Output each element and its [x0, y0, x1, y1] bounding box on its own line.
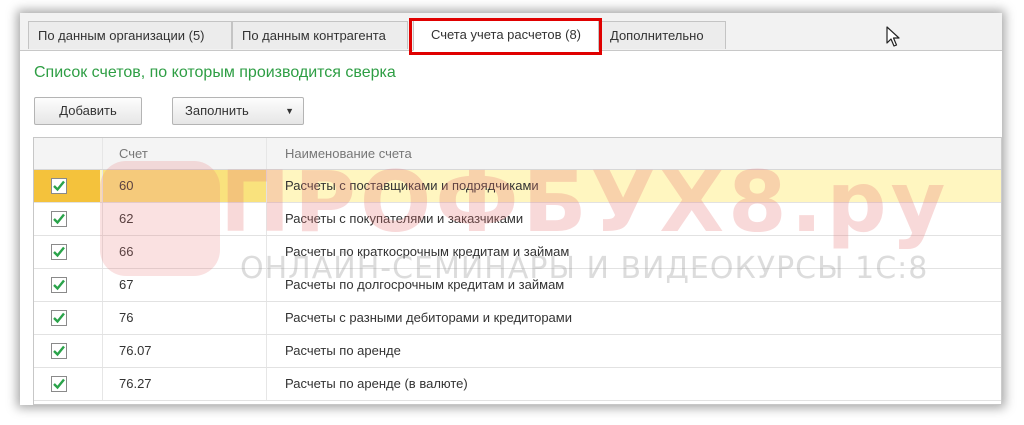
row-check-cell[interactable] — [34, 368, 100, 400]
account-code: 66 — [102, 236, 266, 268]
reconciliation-form: По данным организации (5) По данным конт… — [20, 13, 1002, 405]
row-check-cell[interactable] — [34, 335, 100, 367]
account-name: Расчеты по долгосрочным кредитам и займа… — [266, 269, 1002, 301]
section-title: Список счетов, по которым производится с… — [34, 64, 396, 81]
fill-button-label: Заполнить — [185, 103, 249, 118]
checkbox-checked-icon[interactable] — [51, 244, 67, 260]
checkbox-checked-icon[interactable] — [51, 310, 67, 326]
account-code: 76 — [102, 302, 266, 334]
account-code: 76.07 — [102, 335, 266, 367]
table-right-border — [1001, 137, 1002, 405]
row-check-cell[interactable] — [34, 269, 100, 301]
account-code: 67 — [102, 269, 266, 301]
row-check-cell[interactable] — [34, 170, 100, 202]
tab-bar: По данным организации (5) По данным конт… — [20, 13, 1002, 55]
fill-button[interactable]: Заполнить ▼ — [172, 97, 304, 125]
table-row[interactable]: 76 Расчеты с разными дебиторами и кредито… — [34, 302, 1002, 335]
table-row[interactable]: 62 Расчеты с покупателями и заказчиками — [34, 203, 1002, 236]
account-name: Расчеты по аренде — [266, 335, 1002, 367]
account-name: Расчеты с разными дебиторами и кредитора… — [266, 302, 1002, 334]
tab-counterparty-data[interactable]: По данным контрагента — [232, 21, 408, 49]
tab-additional[interactable]: Дополнительно — [600, 21, 726, 49]
checkbox-checked-icon[interactable] — [51, 376, 67, 392]
table-row[interactable]: 67 Расчеты по долгосрочным кредитам и зай… — [34, 269, 1002, 302]
add-button[interactable]: Добавить — [34, 97, 142, 125]
table-row[interactable]: 66 Расчеты по краткосрочным кредитам и за… — [34, 236, 1002, 269]
table-row[interactable]: 76.07 Расчеты по аренде — [34, 335, 1002, 368]
account-code: 76.27 — [102, 368, 266, 400]
checkbox-checked-icon[interactable] — [51, 178, 67, 194]
account-code: 62 — [102, 203, 266, 235]
table-row[interactable]: 76.27 Расчеты по аренде (в валюте) — [34, 368, 1002, 401]
account-name: Расчеты с покупателями и заказчиками — [266, 203, 1002, 235]
table-row[interactable]: 60 Расчеты с поставщиками и подрядчиками — [34, 170, 1002, 203]
account-code: 60 — [102, 170, 266, 202]
account-name: Расчеты с поставщиками и подрядчиками — [266, 170, 1002, 202]
table-header: Счет Наименование счета — [34, 138, 1002, 170]
checkbox-checked-icon[interactable] — [51, 343, 67, 359]
tab-settlement-accounts[interactable]: Счета учета расчетов (8) — [413, 20, 599, 51]
header-check-column — [34, 138, 100, 169]
header-account-name[interactable]: Наименование счета — [266, 138, 1002, 169]
row-check-cell[interactable] — [34, 236, 100, 268]
account-name: Расчеты по краткосрочным кредитам и займ… — [266, 236, 1002, 268]
header-account[interactable]: Счет — [102, 138, 266, 169]
dropdown-arrow-icon: ▼ — [285, 106, 294, 116]
checkbox-checked-icon[interactable] — [51, 211, 67, 227]
checkbox-checked-icon[interactable] — [51, 277, 67, 293]
tab-organization-data[interactable]: По данным организации (5) — [28, 21, 232, 49]
row-check-cell[interactable] — [34, 302, 100, 334]
account-name: Расчеты по аренде (в валюте) — [266, 368, 1002, 400]
row-check-cell[interactable] — [34, 203, 100, 235]
accounts-table: Счет Наименование счета 60 Расчеты с пост… — [33, 137, 1002, 405]
mouse-cursor-icon — [886, 26, 900, 47]
